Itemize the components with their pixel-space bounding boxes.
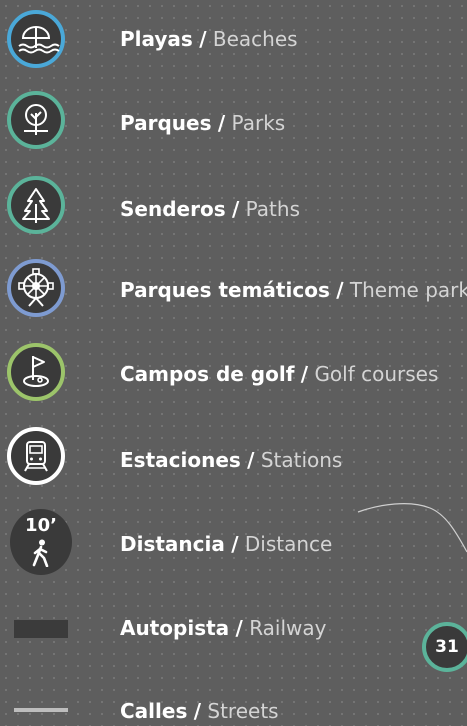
page-number-badge: 31 xyxy=(422,622,467,672)
legend-label-parks: Parques / Parks xyxy=(120,111,285,135)
label-es: Estaciones xyxy=(120,448,241,472)
beach-umbrella-icon xyxy=(7,10,65,68)
label-separator: / xyxy=(235,616,243,640)
legend-label-theme-parks: Parques temáticos / Theme parks xyxy=(120,278,467,302)
legend-label-paths: Senderos / Paths xyxy=(120,197,300,221)
legend-item-paths: Senderos / Paths xyxy=(0,173,467,243)
label-es: Calles xyxy=(120,699,188,723)
page-number: 31 xyxy=(435,637,459,657)
ferris-wheel-icon xyxy=(7,259,65,317)
label-es: Campos de golf xyxy=(120,362,295,386)
legend-item-beaches: Playas / Beaches xyxy=(0,5,467,75)
label-separator: / xyxy=(300,362,309,386)
label-en: Paths xyxy=(245,197,300,221)
label-en: Beaches xyxy=(212,27,298,51)
distance-value: 10’ xyxy=(25,515,57,536)
label-es: Playas xyxy=(120,27,193,51)
label-separator: / xyxy=(247,448,255,472)
label-en: Theme parks xyxy=(349,278,467,302)
label-separator: / xyxy=(336,278,344,302)
label-en: Parks xyxy=(231,111,286,135)
label-en: Streets xyxy=(207,699,279,723)
label-separator: / xyxy=(231,532,239,556)
label-en: Distance xyxy=(244,532,333,556)
train-icon xyxy=(7,427,65,485)
label-es: Parques temáticos xyxy=(120,278,330,302)
legend-item-theme-parks: Parques temáticos / Theme parks xyxy=(0,256,467,326)
label-separator: / xyxy=(199,27,207,51)
tree-icon xyxy=(7,91,65,149)
label-en: Railway xyxy=(249,616,327,640)
legend-item-parks: Parques / Parks xyxy=(0,90,467,160)
distance-badge: 10’ xyxy=(10,509,72,575)
legend-label-distance: Distancia / Distance xyxy=(120,532,332,556)
label-separator: / xyxy=(231,197,240,221)
legend-label-railway: Autopista / Railway xyxy=(120,616,326,640)
label-es: Autopista xyxy=(120,616,230,640)
legend-item-golf-courses: Campos de golf / Golf courses xyxy=(0,340,467,410)
golf-flag-icon xyxy=(7,343,65,401)
label-en: Stations xyxy=(260,448,343,472)
label-es: Distancia xyxy=(120,532,225,556)
label-es: Parques xyxy=(120,111,212,135)
street-swatch xyxy=(14,708,68,712)
walking-person-icon xyxy=(32,539,49,567)
pine-tree-icon xyxy=(7,176,65,234)
map-contour-line xyxy=(357,503,467,553)
legend-label-golf-courses: Campos de golf / Golf courses xyxy=(120,362,438,386)
legend-item-stations: Estaciones / Stations xyxy=(0,424,467,494)
legend-label-streets: Calles / Streets xyxy=(120,699,279,723)
legend-label-stations: Estaciones / Stations xyxy=(120,448,342,472)
label-separator: / xyxy=(217,111,226,135)
label-en: Golf courses xyxy=(314,362,439,386)
label-es: Senderos xyxy=(120,197,226,221)
label-separator: / xyxy=(193,699,202,723)
railway-swatch xyxy=(14,620,68,638)
legend-label-beaches: Playas / Beaches xyxy=(120,27,298,51)
